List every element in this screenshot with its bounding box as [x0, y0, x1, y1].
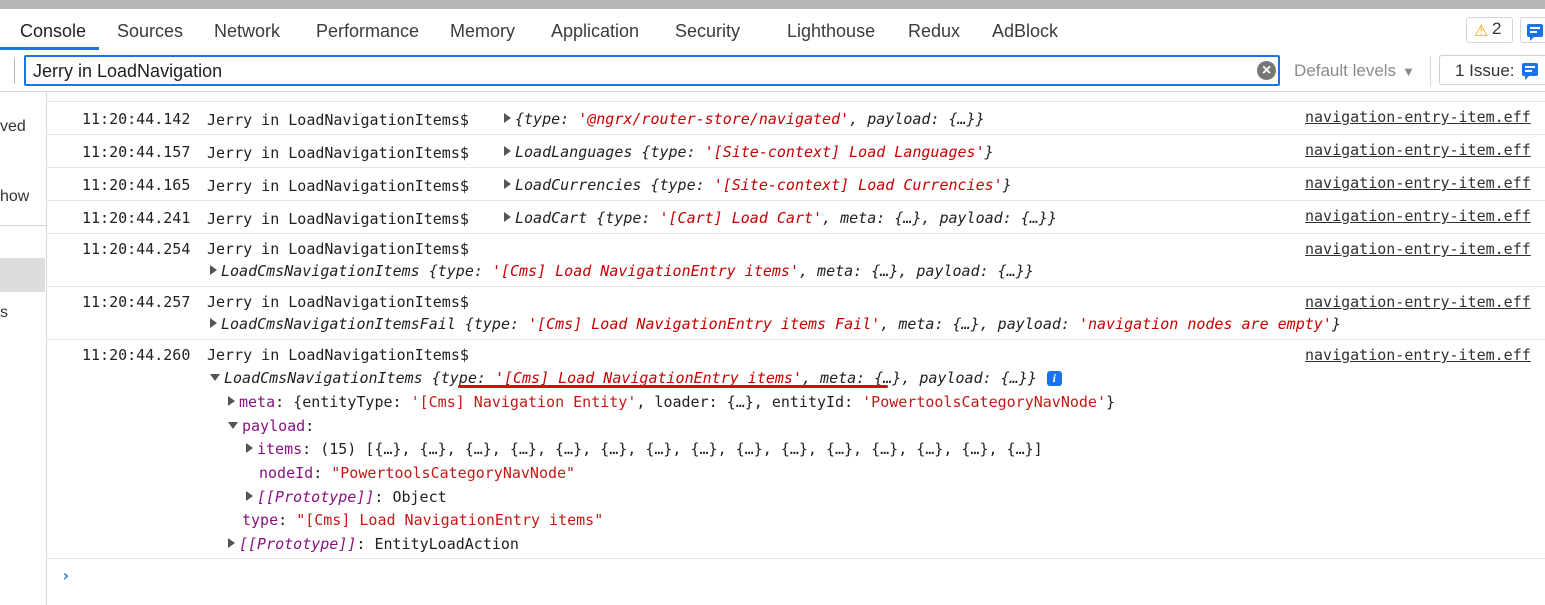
- source-link[interactable]: navigation-entry-item.eff: [1305, 207, 1531, 225]
- console-message: 11:20:44.165 Jerry in LoadNavigationItem…: [47, 167, 1545, 201]
- expand-triangle-icon[interactable]: [228, 538, 235, 548]
- message-prefix: Jerry in LoadNavigationItems$: [207, 111, 469, 129]
- chevron-down-icon: ▼: [1402, 64, 1415, 79]
- message-timestamp: 11:20:44.257: [82, 293, 191, 311]
- expand-triangle-icon[interactable]: [504, 146, 511, 156]
- console-log-area: 11:20:44.142 Jerry in LoadNavigationItem…: [47, 92, 1545, 605]
- sidebar-divider: [0, 225, 46, 226]
- tab-sources[interactable]: Sources: [117, 9, 183, 49]
- console-message: 11:20:44.254 Jerry in LoadNavigationItem…: [47, 233, 1545, 287]
- expand-triangle-icon[interactable]: [504, 212, 511, 222]
- toolbar-divider: [1430, 56, 1431, 86]
- tree-row-items[interactable]: items: (15) [{…}, {…}, {…}, {…}, {…}, {……: [246, 440, 1043, 458]
- warnings-count: 2: [1492, 19, 1502, 38]
- messages-badge[interactable]: [1520, 17, 1545, 43]
- message-object[interactable]: LoadCurrencies {type: '[Site-context] Lo…: [504, 176, 1012, 194]
- tree-row-prototype[interactable]: [[Prototype]]: Object: [246, 488, 447, 506]
- tab-redux[interactable]: Redux: [908, 9, 960, 49]
- filter-input[interactable]: [24, 55, 1280, 86]
- message-object[interactable]: LoadCart {type: '[Cart] Load Cart', meta…: [504, 209, 1057, 227]
- prompt-divider: [47, 558, 1545, 559]
- tab-network[interactable]: Network: [214, 9, 280, 49]
- tab-console[interactable]: Console: [20, 9, 86, 49]
- source-link[interactable]: navigation-entry-item.eff: [1305, 108, 1531, 126]
- message-prefix: Jerry in LoadNavigationItems$: [207, 177, 469, 195]
- sidebar-item-preserved[interactable]: ved: [0, 118, 26, 136]
- collapse-triangle-icon[interactable]: [210, 374, 220, 381]
- tab-lighthouse[interactable]: Lighthouse: [787, 9, 875, 49]
- tab-application[interactable]: Application: [551, 9, 639, 49]
- info-icon[interactable]: i: [1046, 371, 1062, 386]
- message-timestamp: 11:20:44.165: [82, 176, 191, 194]
- sidebar-item-messages[interactable]: s: [0, 304, 8, 322]
- message-timestamp: 11:20:44.254: [82, 240, 191, 258]
- console-filter-bar: × Default levels ▼ 1 Issue:: [0, 51, 1545, 92]
- tree-row-nodeid: nodeId: "PowertoolsCategoryNavNode": [259, 464, 576, 482]
- message-object[interactable]: LoadCmsNavigationItems {type: '[Cms] Loa…: [210, 262, 1034, 280]
- message-prefix: Jerry in LoadNavigationItems$: [207, 346, 469, 364]
- tree-row-meta[interactable]: meta: {entityType: '[Cms] Navigation Ent…: [228, 393, 1115, 411]
- source-link[interactable]: navigation-entry-item.eff: [1305, 346, 1531, 364]
- message-prefix: Jerry in LoadNavigationItems$: [207, 210, 469, 228]
- tab-performance[interactable]: Performance: [316, 9, 419, 49]
- message-prefix: Jerry in LoadNavigationItems$: [207, 240, 469, 258]
- message-timestamp: 11:20:44.241: [82, 209, 191, 227]
- console-sidebar: ved how s: [0, 92, 47, 605]
- message-timestamp: 11:20:44.260: [82, 346, 191, 364]
- devtools-tab-bar: Console Sources Network Performance Memo…: [0, 9, 1545, 52]
- tab-adblock[interactable]: AdBlock: [992, 9, 1058, 49]
- clear-filter-icon[interactable]: ×: [1257, 61, 1276, 80]
- console-message-expanded: 11:20:44.260 Jerry in LoadNavigationItem…: [47, 339, 1545, 559]
- warning-icon: ⚠: [1474, 23, 1489, 40]
- source-link[interactable]: navigation-entry-item.eff: [1305, 141, 1531, 159]
- message-object[interactable]: LoadCmsNavigationItemsFail {type: '[Cms]…: [210, 315, 1341, 333]
- tree-row-prototype-root[interactable]: [[Prototype]]: EntityLoadAction: [228, 535, 519, 553]
- clipped-log-row: [47, 92, 1545, 94]
- message-timestamp: 11:20:44.142: [82, 110, 191, 128]
- message-prefix: Jerry in LoadNavigationItems$: [207, 144, 469, 162]
- message-timestamp: 11:20:44.157: [82, 143, 191, 161]
- window-top-strip: [0, 0, 1545, 9]
- tree-row-payload[interactable]: payload:: [228, 417, 314, 435]
- expand-triangle-icon[interactable]: [504, 179, 511, 189]
- issues-button[interactable]: 1 Issue:: [1439, 55, 1545, 85]
- tab-security[interactable]: Security: [675, 9, 740, 49]
- annotation-underline: [458, 385, 888, 388]
- sidebar-item-show[interactable]: how: [0, 188, 29, 206]
- source-link[interactable]: navigation-entry-item.eff: [1305, 293, 1531, 311]
- message-icon: [1527, 24, 1543, 41]
- expand-triangle-icon[interactable]: [210, 265, 217, 275]
- active-tab-indicator: [0, 47, 99, 50]
- console-message: 11:20:44.241 Jerry in LoadNavigationItem…: [47, 200, 1545, 234]
- message-prefix: Jerry in LoadNavigationItems$: [207, 293, 469, 311]
- warnings-badge[interactable]: ⚠ 2: [1466, 17, 1513, 43]
- collapse-triangle-icon[interactable]: [228, 422, 238, 429]
- message-object[interactable]: LoadLanguages {type: '[Site-context] Loa…: [504, 143, 994, 161]
- console-message: 11:20:44.142 Jerry in LoadNavigationItem…: [47, 101, 1545, 135]
- message-object[interactable]: {type: '@ngrx/router-store/navigated', p…: [504, 110, 985, 128]
- log-levels-label: Default levels: [1294, 61, 1397, 80]
- issues-label: 1 Issue:: [1455, 61, 1515, 80]
- console-message: 11:20:44.157 Jerry in LoadNavigationItem…: [47, 134, 1545, 168]
- sidebar-item-selected[interactable]: [0, 258, 45, 292]
- expand-triangle-icon[interactable]: [210, 318, 217, 328]
- expand-triangle-icon[interactable]: [246, 491, 253, 501]
- console-prompt-icon[interactable]: ›: [61, 566, 71, 585]
- expand-triangle-icon[interactable]: [246, 443, 253, 453]
- expand-triangle-icon[interactable]: [228, 396, 235, 406]
- console-message: 11:20:44.257 Jerry in LoadNavigationItem…: [47, 286, 1545, 340]
- source-link[interactable]: navigation-entry-item.eff: [1305, 240, 1531, 258]
- tab-memory[interactable]: Memory: [450, 9, 515, 49]
- issue-message-icon: [1522, 63, 1538, 80]
- expand-triangle-icon[interactable]: [504, 113, 511, 123]
- tree-row-type: type: "[Cms] Load NavigationEntry items": [242, 511, 604, 529]
- sidebar-toggle[interactable]: [0, 58, 15, 84]
- log-levels-dropdown[interactable]: Default levels ▼: [1294, 61, 1415, 81]
- source-link[interactable]: navigation-entry-item.eff: [1305, 174, 1531, 192]
